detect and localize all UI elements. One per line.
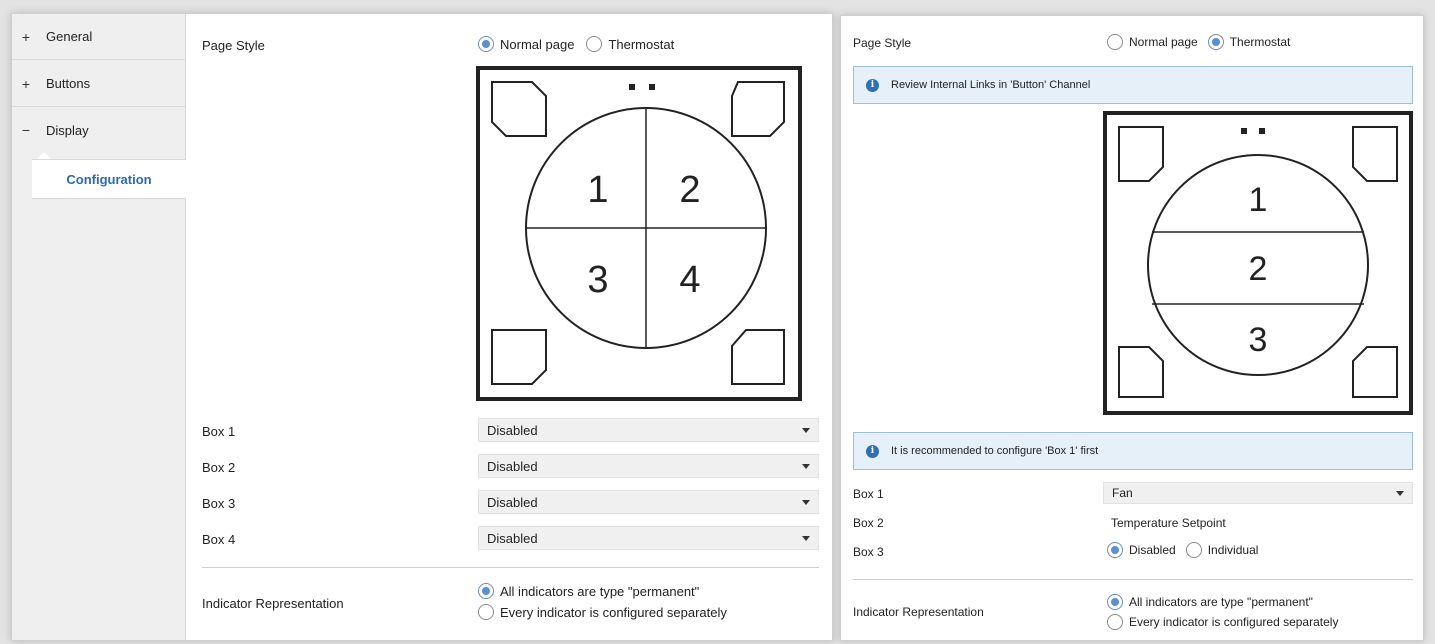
sidebar-item-label: Display xyxy=(46,122,89,138)
radio-icon xyxy=(478,583,494,599)
selection-notch xyxy=(37,152,51,159)
pad-box-number: 2 xyxy=(1249,250,1268,288)
pad-diagram-thermostat: 1 2 3 xyxy=(1103,111,1413,415)
sidebar-item-label: General xyxy=(46,29,93,44)
radio-icon xyxy=(586,36,603,52)
thermostat-radio[interactable]: Thermostat xyxy=(1207,34,1290,50)
sidebar-item-general[interactable]: + General xyxy=(12,14,186,60)
pad-box-number: 3 xyxy=(1249,321,1268,359)
sidebar-item-display[interactable]: − Display xyxy=(12,107,186,153)
sidebar-item-buttons[interactable]: + Buttons xyxy=(12,61,186,107)
sidebar: + General + Buttons − Display Configurat… xyxy=(12,14,186,640)
indicator-representation-label: Indicator Representation xyxy=(202,596,344,611)
indicator-representation-label: Indicator Representation xyxy=(853,605,984,619)
dropdown-caret-icon xyxy=(802,464,810,469)
page-style-label: Page Style xyxy=(853,36,912,50)
radio-icon xyxy=(1185,542,1202,558)
dropdown-caret-icon xyxy=(802,536,810,541)
page-style-label: Page Style xyxy=(202,38,265,53)
collapse-icon: − xyxy=(21,122,31,138)
box1-label: Box 1 xyxy=(202,424,236,439)
indicators-separate-radio[interactable]: Every indicator is configured separately xyxy=(1107,614,1338,630)
pad-box-number: 4 xyxy=(679,259,700,301)
info-banner-recommend-box1: i It is recommended to configure 'Box 1'… xyxy=(853,432,1413,470)
pad-box-number: 1 xyxy=(1249,181,1268,219)
box4-select[interactable]: Disabled xyxy=(478,526,819,550)
radio-icon xyxy=(1207,34,1224,50)
radio-icon xyxy=(1107,614,1123,630)
divider xyxy=(853,579,1413,580)
box3-individual-radio[interactable]: Individual xyxy=(1185,542,1258,558)
sidebar-item-configuration[interactable]: Configuration xyxy=(32,159,186,199)
indicators-permanent-radio[interactable]: All indicators are type "permanent" xyxy=(1107,594,1338,610)
radio-icon xyxy=(1107,594,1123,610)
dropdown-caret-icon xyxy=(802,428,810,433)
box3-label: Box 3 xyxy=(853,545,884,559)
radio-icon xyxy=(478,604,494,620)
indicators-permanent-radio[interactable]: All indicators are type "permanent" xyxy=(478,583,727,599)
box1-select[interactable]: Fan xyxy=(1103,482,1413,504)
box4-label: Box 4 xyxy=(202,532,236,547)
thermostat-radio[interactable]: Thermostat xyxy=(586,36,674,52)
info-banner-internal-links: i Review Internal Links in 'Button' Chan… xyxy=(853,66,1413,104)
info-icon: i xyxy=(866,78,879,92)
right-window: Page Style Normal page Thermostat i Revi… xyxy=(840,15,1424,641)
radio-icon xyxy=(478,36,494,52)
box2-label: Box 2 xyxy=(202,460,236,475)
box2-select[interactable]: Disabled xyxy=(478,454,819,478)
indicators-separate-radio[interactable]: Every indicator is configured separately xyxy=(478,604,727,620)
normal-page-radio[interactable]: Normal page xyxy=(478,36,574,52)
box3-select[interactable]: Disabled xyxy=(478,490,819,514)
radio-icon xyxy=(1107,34,1123,50)
pad-box-number: 2 xyxy=(679,169,700,211)
normal-page-radio[interactable]: Normal page xyxy=(1107,34,1198,50)
pad-box-number: 3 xyxy=(587,259,608,301)
sidebar-item-label: Buttons xyxy=(46,76,91,91)
pad-diagram-four-boxes: 1 2 3 4 xyxy=(476,66,802,401)
expand-icon: + xyxy=(21,75,31,92)
box1-select[interactable]: Disabled xyxy=(478,418,819,442)
box3-label: Box 3 xyxy=(202,496,236,511)
divider xyxy=(202,567,819,568)
box2-value: Temperature Setpoint xyxy=(1111,516,1226,530)
radio-icon xyxy=(1107,542,1123,558)
dropdown-caret-icon xyxy=(802,500,810,505)
box1-label: Box 1 xyxy=(853,487,884,501)
info-icon: i xyxy=(866,444,879,458)
box3-disabled-radio[interactable]: Disabled xyxy=(1107,542,1176,558)
box2-label: Box 2 xyxy=(853,516,884,530)
left-window: + General + Buttons − Display Configurat… xyxy=(11,13,833,641)
expand-icon: + xyxy=(21,28,31,45)
dropdown-caret-icon xyxy=(1396,491,1404,496)
pad-box-number: 1 xyxy=(587,169,608,211)
